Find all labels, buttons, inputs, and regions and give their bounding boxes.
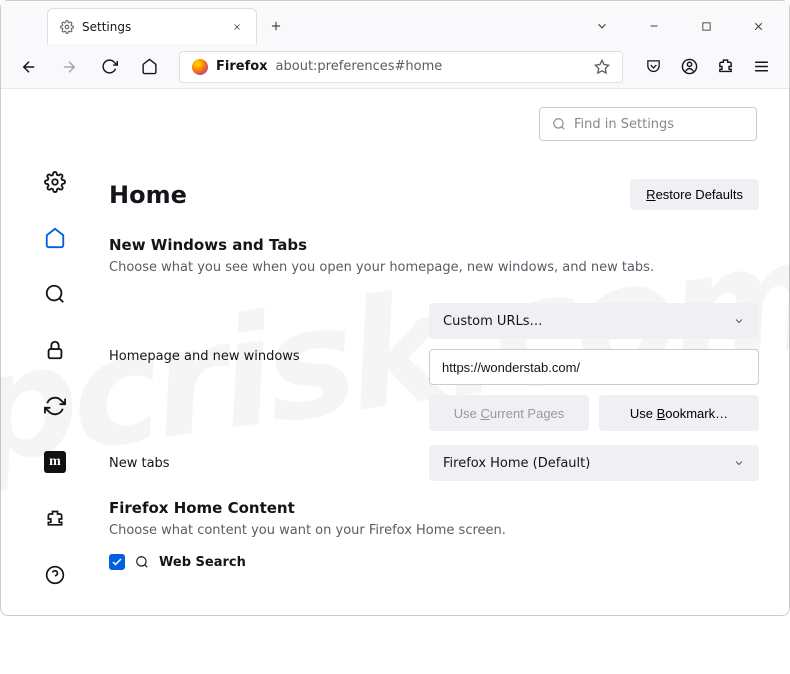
- search-icon: [552, 117, 566, 131]
- gear-icon: [44, 171, 66, 193]
- menu-button[interactable]: [745, 51, 777, 83]
- sidebar-item-home[interactable]: [37, 220, 73, 256]
- tabs-dropdown-button[interactable]: [587, 11, 617, 41]
- help-icon: [45, 565, 65, 585]
- search-icon: [44, 283, 66, 305]
- pocket-button[interactable]: [637, 51, 669, 83]
- web-search-label: Web Search: [159, 555, 246, 570]
- close-icon[interactable]: [230, 20, 244, 34]
- sidebar-item-help[interactable]: [37, 557, 73, 593]
- url-bar[interactable]: Firefox about:preferences#home: [179, 51, 623, 83]
- newtabs-select[interactable]: Firefox Home (Default): [429, 445, 759, 481]
- tab-strip: Settings: [1, 1, 789, 45]
- arrow-left-icon: [20, 58, 38, 76]
- back-button[interactable]: [13, 51, 45, 83]
- newtabs-label: New tabs: [109, 456, 429, 471]
- restore-defaults-button[interactable]: Restore Defaults: [630, 179, 759, 210]
- lock-icon: [44, 339, 66, 361]
- reload-button[interactable]: [93, 51, 125, 83]
- web-search-checkbox[interactable]: [109, 554, 125, 570]
- page-header: Home Restore Defaults: [109, 179, 759, 210]
- homepage-mode-select[interactable]: Custom URLs…: [429, 303, 759, 339]
- maximize-button[interactable]: [691, 11, 721, 41]
- section-desc-windows-tabs: Choose what you see when you open your h…: [109, 260, 759, 275]
- toolbar: Firefox about:preferences#home: [1, 45, 789, 89]
- select-value: Custom URLs…: [443, 314, 543, 329]
- url-brand: Firefox: [216, 59, 268, 74]
- web-search-option[interactable]: Web Search: [109, 554, 759, 570]
- m-badge: m: [44, 451, 66, 473]
- sync-icon: [44, 395, 66, 417]
- minimize-button[interactable]: [639, 11, 669, 41]
- window-controls: [587, 11, 779, 41]
- section-heading-windows-tabs: New Windows and Tabs: [109, 236, 759, 254]
- page-title: Home: [109, 181, 187, 209]
- extensions-button[interactable]: [709, 51, 741, 83]
- maximize-icon: [701, 21, 712, 32]
- browser-tab-settings[interactable]: Settings: [47, 8, 257, 44]
- close-window-button[interactable]: [743, 11, 773, 41]
- plus-icon: [269, 19, 283, 33]
- account-button[interactable]: [673, 51, 705, 83]
- extensions-icon: [717, 58, 734, 75]
- content: pcrisk.com m: [1, 89, 789, 617]
- extensions-icon: [45, 509, 65, 529]
- main-area: Find in Settings Home Restore Defaults N…: [109, 89, 789, 617]
- hamburger-icon: [753, 58, 770, 75]
- sidebar-item-general[interactable]: [37, 164, 73, 200]
- sidebar-item-addons[interactable]: [37, 501, 73, 537]
- check-icon: [111, 556, 123, 568]
- homepage-url-input[interactable]: [429, 349, 759, 385]
- account-icon: [681, 58, 698, 75]
- reload-icon: [101, 58, 118, 75]
- gear-icon: [60, 20, 74, 34]
- bookmark-star-icon[interactable]: [594, 59, 610, 75]
- forward-button[interactable]: [53, 51, 85, 83]
- search-icon: [135, 555, 149, 569]
- tab-title: Settings: [82, 20, 131, 34]
- firefox-icon: [192, 59, 208, 75]
- section-desc-home-content: Choose what content you want on your Fir…: [109, 523, 759, 538]
- sidebar-item-search[interactable]: [37, 276, 73, 312]
- minimize-icon: [648, 20, 660, 32]
- chevron-down-icon: [733, 457, 745, 469]
- home-icon: [44, 227, 66, 249]
- settings-sidebar: m: [1, 89, 109, 617]
- chevron-down-icon: [595, 19, 609, 33]
- select-value: Firefox Home (Default): [443, 456, 590, 471]
- sidebar-item-sync[interactable]: [37, 388, 73, 424]
- chevron-down-icon: [733, 315, 745, 327]
- sidebar-item-privacy[interactable]: [37, 332, 73, 368]
- home-icon: [141, 58, 158, 75]
- url-address: about:preferences#home: [276, 59, 586, 74]
- find-in-settings[interactable]: Find in Settings: [539, 107, 757, 141]
- homepage-label: Homepage and new windows: [109, 303, 429, 364]
- use-bookmark-button[interactable]: Use Bookmark…: [599, 395, 759, 431]
- new-tab-button[interactable]: [261, 11, 291, 41]
- home-button[interactable]: [133, 51, 165, 83]
- use-current-pages-button[interactable]: Use Current Pages: [429, 395, 589, 431]
- pocket-icon: [645, 58, 662, 75]
- close-icon: [752, 20, 765, 33]
- arrow-right-icon: [60, 58, 78, 76]
- find-placeholder: Find in Settings: [574, 117, 674, 132]
- sidebar-item-more[interactable]: m: [37, 444, 73, 480]
- section-heading-home-content: Firefox Home Content: [109, 499, 759, 517]
